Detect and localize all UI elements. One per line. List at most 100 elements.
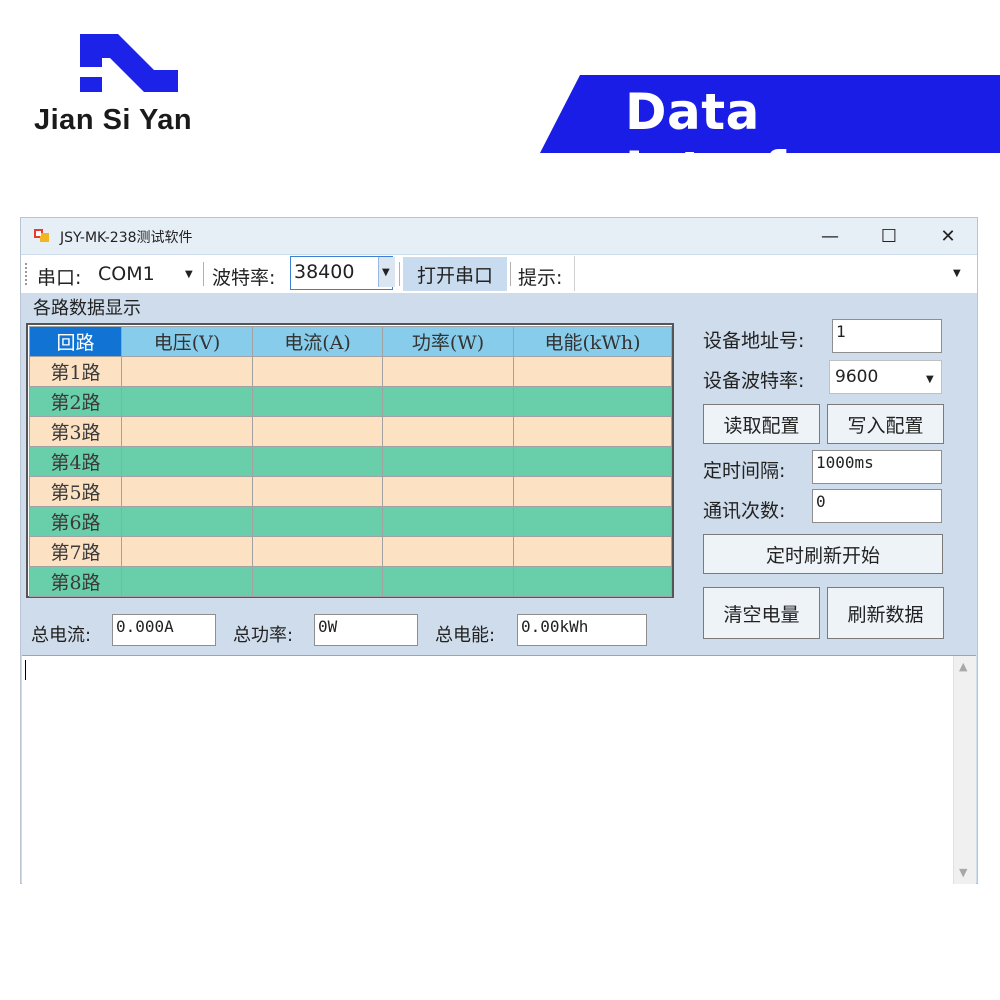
header-energy[interactable]: 电能(kWh) [513, 326, 672, 357]
row-name[interactable]: 第4路 [29, 446, 122, 477]
open-port-button[interactable]: 打开串口 [403, 257, 507, 291]
table-row[interactable]: 第6路 [29, 506, 672, 537]
chevron-down-icon: ▼ [382, 267, 390, 278]
table-row[interactable]: 第8路 [29, 566, 672, 597]
table-row[interactable]: 第4路 [29, 446, 672, 477]
tip-select[interactable]: ▼ [574, 256, 968, 291]
current-cell[interactable] [252, 416, 383, 447]
total-power-field[interactable]: 0W [314, 614, 418, 646]
port-select[interactable]: COM1 ▼ [93, 258, 199, 290]
energy-cell[interactable] [513, 566, 672, 597]
scroll-down-icon[interactable]: ▼ [959, 866, 967, 879]
header-voltage[interactable]: 电压(V) [121, 326, 253, 357]
power-cell[interactable] [382, 446, 514, 477]
current-cell[interactable] [252, 386, 383, 417]
power-cell[interactable] [382, 566, 514, 597]
energy-cell[interactable] [513, 386, 672, 417]
clear-energy-button[interactable]: 清空电量 [703, 587, 820, 639]
row-name[interactable]: 第8路 [29, 566, 122, 597]
write-config-button[interactable]: 写入配置 [827, 404, 944, 444]
power-cell[interactable] [382, 506, 514, 537]
refresh-data-button[interactable]: 刷新数据 [827, 587, 944, 639]
voltage-cell[interactable] [121, 506, 253, 537]
device-baud-select[interactable]: 9600 ▼ [829, 360, 942, 394]
power-cell[interactable] [382, 416, 514, 447]
table-row[interactable]: 第2路 [29, 386, 672, 417]
app-window: JSY-MK-238测试软件 — ☐ ✕ 串口: COM1 ▼ 波特率: 384… [20, 217, 978, 884]
interval-label: 定时间隔: [703, 460, 786, 482]
group-label: 各路数据显示 [33, 298, 141, 319]
vertical-scrollbar[interactable]: ▲ ▼ [953, 656, 976, 884]
title-bar: JSY-MK-238测试软件 — ☐ ✕ [21, 218, 977, 254]
device-address-field[interactable]: 1 [832, 319, 942, 353]
brand-name: Jian Si Yan [34, 104, 193, 136]
read-config-button[interactable]: 读取配置 [703, 404, 820, 444]
current-cell[interactable] [252, 536, 383, 567]
header-current[interactable]: 电流(A) [252, 326, 383, 357]
toolbar-separator [399, 262, 400, 286]
energy-cell[interactable] [513, 536, 672, 567]
maximize-icon: ☐ [880, 225, 898, 247]
energy-cell[interactable] [513, 506, 672, 537]
total-current-label: 总电流: [31, 625, 92, 646]
voltage-cell[interactable] [121, 566, 253, 597]
table-row[interactable]: 第3路 [29, 416, 672, 447]
total-current-field[interactable]: 0.000A [112, 614, 216, 646]
total-energy-field[interactable]: 0.00kWh [517, 614, 647, 646]
device-baud-value: 9600 [835, 367, 879, 387]
device-baud-label: 设备波特率: [703, 370, 805, 392]
energy-cell[interactable] [513, 416, 672, 447]
baud-label: 波特率: [212, 267, 276, 289]
energy-cell[interactable] [513, 356, 672, 387]
power-cell[interactable] [382, 536, 514, 567]
row-name[interactable]: 第6路 [29, 506, 122, 537]
header-power[interactable]: 功率(W) [382, 326, 514, 357]
baud-value: 38400 [294, 261, 355, 283]
row-name[interactable]: 第3路 [29, 416, 122, 447]
channel-table: 回路 电压(V) 电流(A) 功率(W) 电能(kWh) 第1路 第2路 第3路 [29, 326, 672, 597]
current-cell[interactable] [252, 446, 383, 477]
channel-grid[interactable]: 回路 电压(V) 电流(A) 功率(W) 电能(kWh) 第1路 第2路 第3路 [26, 323, 674, 598]
current-cell[interactable] [252, 356, 383, 387]
toolbar-grip[interactable] [25, 263, 27, 285]
table-header-row: 回路 电压(V) 电流(A) 功率(W) 电能(kWh) [29, 326, 672, 357]
power-cell[interactable] [382, 476, 514, 507]
energy-cell[interactable] [513, 476, 672, 507]
comm-count-field[interactable]: 0 [812, 489, 942, 523]
voltage-cell[interactable] [121, 536, 253, 567]
start-timer-button[interactable]: 定时刷新开始 [703, 534, 943, 574]
total-power-label: 总功率: [233, 625, 294, 646]
current-cell[interactable] [252, 506, 383, 537]
table-row[interactable]: 第1路 [29, 356, 672, 387]
voltage-cell[interactable] [121, 476, 253, 507]
power-cell[interactable] [382, 386, 514, 417]
power-cell[interactable] [382, 356, 514, 387]
minimize-button[interactable]: — [807, 222, 853, 250]
row-name[interactable]: 第2路 [29, 386, 122, 417]
scroll-up-icon[interactable]: ▲ [959, 660, 967, 673]
energy-cell[interactable] [513, 446, 672, 477]
table-row[interactable]: 第5路 [29, 476, 672, 507]
window-title: JSY-MK-238测试软件 [60, 230, 193, 246]
row-name[interactable]: 第1路 [29, 356, 122, 387]
table-row[interactable]: 第7路 [29, 536, 672, 567]
header-channel[interactable]: 回路 [29, 326, 122, 357]
current-cell[interactable] [252, 566, 383, 597]
log-textarea[interactable]: ▲ ▼ [22, 655, 976, 884]
voltage-cell[interactable] [121, 416, 253, 447]
row-name[interactable]: 第7路 [29, 536, 122, 567]
chevron-down-icon: ▼ [926, 374, 934, 385]
toolbar: 串口: COM1 ▼ 波特率: 38400 ▼ 打开串口 提示: ▼ [21, 255, 977, 293]
voltage-cell[interactable] [121, 386, 253, 417]
current-cell[interactable] [252, 476, 383, 507]
row-name[interactable]: 第5路 [29, 476, 122, 507]
maximize-button[interactable]: ☐ [866, 222, 912, 250]
interval-field[interactable]: 1000ms [812, 450, 942, 484]
banner-title: Data Interface [625, 83, 886, 199]
close-button[interactable]: ✕ [925, 222, 971, 250]
voltage-cell[interactable] [121, 446, 253, 477]
voltage-cell[interactable] [121, 356, 253, 387]
baud-dropdown-button[interactable]: ▼ [378, 257, 395, 287]
port-label: 串口: [37, 267, 82, 289]
app-icon [34, 229, 49, 242]
